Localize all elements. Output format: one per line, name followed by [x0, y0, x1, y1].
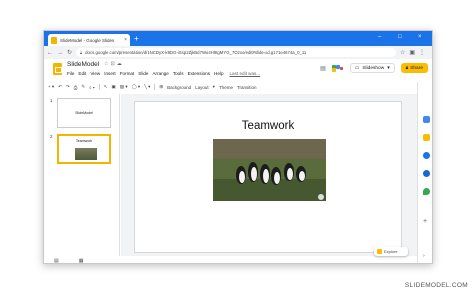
browser-tab[interactable]: SlideModel - Google Slides ×	[48, 34, 130, 46]
last-edit-link[interactable]: Last edit was...	[230, 71, 261, 76]
explore-icon	[377, 249, 382, 254]
filmstrip: 1 SlideModel 2 Teamwork	[44, 94, 120, 256]
theme-button[interactable]: Theme	[219, 85, 233, 90]
thumbnail-photo	[75, 148, 97, 160]
maximize-button[interactable]: □	[398, 34, 402, 40]
watermark: SLIDEMODEL.COM	[404, 282, 468, 289]
tab-strip: SlideModel - Google Slides × + – □ ×	[44, 31, 432, 46]
slide-number: 1	[50, 98, 53, 103]
contacts-icon[interactable]	[423, 170, 430, 177]
google-slides-logo-icon[interactable]	[53, 63, 62, 75]
menu-help[interactable]: Help	[214, 71, 223, 76]
slides-favicon-icon	[51, 36, 57, 44]
menu-format[interactable]: Format	[120, 71, 135, 76]
menu-extensions[interactable]: Extensions	[188, 71, 210, 76]
url-text: docs.google.com/presentation/d/1NCDyX-k9…	[85, 50, 307, 55]
share-button[interactable]: 🔒︎ Share	[400, 63, 428, 73]
grid-view-icon[interactable]: ▦	[79, 258, 84, 264]
layout-button[interactable]: Layout	[195, 85, 209, 90]
lock-share-icon: 🔒︎	[405, 66, 409, 71]
thumbnail-title: SlideModel	[75, 111, 93, 115]
lock-icon: 🔒︎	[80, 50, 83, 55]
slide-thumbnail-2[interactable]: Teamwork	[57, 134, 111, 164]
address-bar: ← → ↻ 🔒︎ docs.google.com/presentation/d/…	[44, 46, 432, 59]
filmstrip-view-icon[interactable]: ▤	[54, 258, 59, 264]
thumbnail-title: Teamwork	[75, 139, 93, 143]
background-button[interactable]: Background	[167, 85, 191, 90]
divider	[98, 84, 100, 90]
minimize-button[interactable]: –	[378, 34, 381, 40]
slideshow-button[interactable]: ▭ Slideshow ▾	[349, 63, 395, 73]
chevron-down-icon[interactable]: ▾	[213, 84, 215, 90]
side-panel: + ›	[417, 82, 432, 263]
extension-icon[interactable]: ▣	[409, 49, 415, 56]
cloud-status-icon: ☁	[116, 61, 124, 67]
explore-button[interactable]: Explore	[374, 247, 408, 256]
text-box-icon[interactable]: ▣	[112, 84, 116, 90]
title-actions: ☆⊡☁	[104, 61, 124, 67]
slideshow-label: Slideshow	[362, 65, 385, 71]
redo-icon[interactable]: ↷	[66, 84, 70, 90]
select-icon[interactable]: ↖	[104, 84, 108, 90]
maps-icon[interactable]	[423, 188, 430, 195]
print-icon[interactable]: ⎙	[74, 85, 78, 90]
transition-button[interactable]: Transition	[237, 85, 257, 90]
shape-icon[interactable]: ◯ ▾	[132, 84, 141, 90]
slide-title[interactable]: Teamwork	[135, 120, 401, 132]
filmstrip-view-toggle: ▤ ▦	[44, 256, 120, 264]
slide-canvas[interactable]: Teamwork	[134, 101, 402, 253]
reload-icon[interactable]: ↻	[67, 49, 72, 56]
paint-format-icon[interactable]: ✎	[81, 84, 85, 90]
menu-bar: File Edit View Insert Format Slide Arran…	[67, 71, 260, 76]
new-tab-button[interactable]: +	[134, 34, 139, 44]
divider	[154, 84, 156, 90]
url-input[interactable]: 🔒︎ docs.google.com/presentation/d/1NCDyX…	[76, 48, 396, 57]
slideshow-icon: ▭	[354, 65, 360, 71]
comment-history-icon[interactable]: ▤	[320, 65, 326, 72]
slide-number: 2	[50, 134, 53, 139]
forward-icon[interactable]: →	[57, 50, 63, 56]
slide-thumbnail-1[interactable]: SlideModel	[57, 98, 111, 128]
header-actions: ▤ ▭ Slideshow ▾ 🔒︎ Share	[320, 63, 428, 73]
menu-tools[interactable]: Tools	[173, 71, 184, 76]
keep-icon[interactable]	[423, 134, 430, 141]
close-window-button[interactable]: ×	[418, 34, 422, 40]
menu-arrange[interactable]: Arrange	[152, 71, 168, 76]
menu-file[interactable]: File	[67, 71, 74, 76]
add-addon-icon[interactable]: +	[423, 218, 427, 225]
share-label: Share	[410, 65, 423, 71]
tasks-icon[interactable]	[423, 152, 430, 159]
meet-icon[interactable]	[331, 64, 344, 72]
tab-title: SlideModel - Google Slides	[60, 37, 115, 43]
undo-icon[interactable]: ↶	[58, 84, 62, 90]
penguins-photo[interactable]	[213, 139, 326, 201]
document-title[interactable]: SlideModel	[67, 61, 99, 68]
add-comment-icon[interactable]: ⊞	[159, 84, 163, 90]
menu-kebab-icon[interactable]: ⋮	[419, 49, 425, 56]
back-icon[interactable]: ←	[47, 50, 53, 56]
line-icon[interactable]: ╲ ▾	[144, 84, 150, 90]
explore-label: Explore	[384, 249, 398, 254]
menu-view[interactable]: View	[90, 71, 100, 76]
image-icon[interactable]: ▨ ▾	[120, 84, 128, 90]
menu-insert[interactable]: Insert	[104, 71, 116, 76]
menu-slide[interactable]: Slide	[138, 71, 148, 76]
tab-close-icon[interactable]: ×	[124, 37, 127, 43]
browser-window: SlideModel - Google Slides × + – □ × ← →…	[43, 30, 433, 264]
new-slide-icon[interactable]: + ▾	[48, 84, 54, 90]
menu-edit[interactable]: Edit	[78, 71, 86, 76]
bookmark-star-icon[interactable]: ☆	[400, 49, 405, 56]
collapse-panel-icon[interactable]: ›	[423, 253, 425, 259]
zoom-icon[interactable]: ⌕ ▾	[89, 85, 95, 90]
toolbar: + ▾ ↶ ↷ ⎙ ✎ ⌕ ▾ ↖ ▣ ▨ ▾ ◯ ▾ ╲ ▾ ⊞ Backgr…	[48, 82, 412, 92]
calendar-icon[interactable]	[423, 116, 430, 123]
chevron-down-icon[interactable]: ▾	[387, 66, 389, 71]
